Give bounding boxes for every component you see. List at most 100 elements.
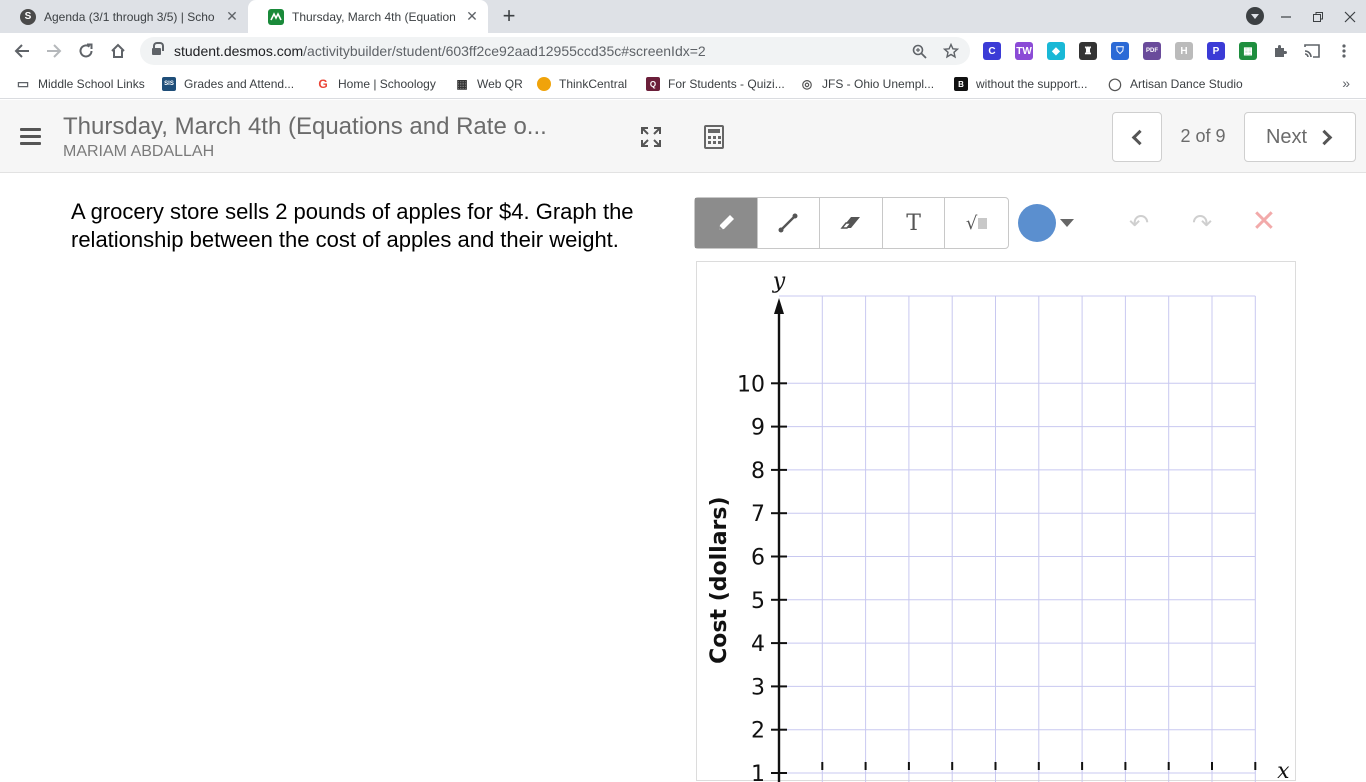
more-bookmarks-icon[interactable]: » [1342,75,1350,91]
p-extension-icon[interactable]: P [1207,42,1225,60]
spy-extension-icon[interactable]: ♜ [1079,42,1097,60]
undo-button[interactable]: ↶ [1126,210,1152,237]
math-tool-label: √ [965,212,978,234]
bookmark-favicon-icon [537,77,551,91]
bookmark-item[interactable]: ▦ Web QR [455,76,522,92]
reload-icon[interactable] [75,40,97,62]
bookmark-favicon-icon: ▭ [16,76,30,91]
browser-tab-schoology[interactable]: S Agenda (3/1 through 3/5) | Scho ✕ [0,0,248,33]
tw-extension-icon[interactable]: TW [1015,42,1033,60]
bookmark-favicon-icon: ▦ [456,77,468,91]
bookmark-label: Home | Schoology [338,77,436,91]
tab-search-icon[interactable] [1246,7,1264,25]
clear-sketch-button[interactable]: ✕ [1251,207,1277,237]
bookmark-item[interactable]: Q For Students - Quizi... [646,76,785,92]
forward-arrow-icon[interactable] [43,40,65,62]
bookmark-item[interactable]: ◎ JFS - Ohio Unempl... [800,76,934,92]
bookmark-label: Grades and Attend... [184,77,295,91]
url-text: student.desmos.com/activitybuilder/stude… [174,43,706,59]
bookmark-label: ThinkCentral [559,77,628,91]
home-icon[interactable] [107,40,129,62]
text-tool-button[interactable]: T [883,198,946,248]
line-tool-button[interactable] [758,198,821,248]
y-tick-label: 4 [751,632,765,657]
next-screen-button[interactable]: Next [1244,112,1356,162]
y-tick-label: 6 [751,546,765,571]
pen-color-button[interactable] [1018,204,1056,242]
close-tab-icon[interactable]: ✕ [224,8,240,25]
shield-extension-icon[interactable]: ⛉ [1111,42,1129,60]
y-axis-arrow-icon [774,298,784,314]
eraser-tool-button[interactable] [820,198,883,248]
bookmark-item[interactable]: Bwithout the support... [954,76,1087,92]
close-window-icon[interactable] [1339,6,1361,28]
y-tick-label: 7 [751,502,765,527]
lock-icon[interactable] [152,42,164,56]
y-axis-title: Cost (dollars) [707,496,732,663]
next-label: Next [1265,125,1308,148]
bookmark-item[interactable]: ▭ Middle School Links [16,76,145,92]
activity-header: Thursday, March 4th (Equations and Rate … [0,100,1366,173]
y-tick-label: 3 [751,675,765,700]
bookmark-label: without the support... [976,77,1088,91]
redo-button[interactable]: ↷ [1189,210,1215,237]
coordinate-grid[interactable]: 1 2 3 4 5 6 7 8 9 10 y x Cost (dollars) [697,262,1297,782]
previous-screen-button[interactable] [1112,112,1162,162]
bookmark-favicon-icon: G [318,77,328,91]
y-tick-label: 1 [751,762,765,782]
question-prompt: A grocery store sells 2 pounds of apples… [71,199,634,252]
browser-tab-desmos[interactable]: Thursday, March 4th (Equations ✕ [248,0,488,33]
pdf-extension-icon[interactable]: PDF [1143,42,1161,60]
bookmark-label: JFS - Ohio Unempl... [822,77,935,91]
color-dropdown-icon[interactable] [1060,219,1074,227]
line-segment-icon [778,213,798,233]
math-placeholder-icon [978,217,988,229]
bookmark-star-icon[interactable] [942,42,960,60]
y-axis-variable: y [772,269,786,294]
tab-title: Thursday, March 4th (Equations [292,9,456,24]
bookmark-label: Artisan Dance Studio [1130,77,1243,91]
address-bar[interactable]: student.desmos.com/activitybuilder/stude… [140,37,970,65]
desmos-favicon-icon [268,8,284,25]
fullscreen-icon[interactable] [640,126,662,148]
pencil-tool-button[interactable] [695,198,758,248]
browser-menu-icon[interactable] [1335,42,1353,60]
browser-toolbar: student.desmos.com/activitybuilder/stude… [0,33,1366,69]
pencil-icon [718,215,734,230]
tab-title: Agenda (3/1 through 3/5) | Scho [44,9,215,24]
menu-hamburger-icon[interactable] [20,128,41,146]
bookmark-favicon-icon: ◎ [801,77,813,91]
calculator-icon[interactable] [704,125,724,149]
y-tick-label: 2 [751,719,765,744]
cast-icon[interactable] [1303,42,1321,60]
diamond-extension-icon[interactable]: ◆ [1047,42,1065,60]
c-extension-icon[interactable]: C [983,42,1001,60]
grid-extension-icon[interactable]: ▦ [1239,42,1257,60]
bookmark-item[interactable]: SIS Grades and Attend... [162,76,294,92]
bookmark-label: For Students - Quizi... [668,77,785,91]
schoology-favicon-icon: S [20,8,36,25]
back-arrow-icon[interactable] [11,40,33,62]
screen-counter: 2 of 9 [1180,126,1226,146]
bookmark-favicon-icon: ◯ [1108,77,1122,91]
new-tab-button[interactable]: + [498,5,520,28]
restore-window-icon[interactable] [1307,6,1329,28]
math-tool-button[interactable]: √ [945,198,1008,248]
close-tab-icon[interactable]: ✕ [464,8,480,25]
bookmark-favicon-icon: SIS [162,77,176,91]
h-extension-icon[interactable]: H [1175,42,1193,60]
activity-title: Thursday, March 4th (Equations and Rate … [63,113,547,140]
text-tool-label: T [906,210,921,236]
bookmark-item[interactable]: G Home | Schoology [316,76,436,92]
sketch-graph-panel[interactable]: 1 2 3 4 5 6 7 8 9 10 y x Cost (dollars) [696,261,1297,782]
minimize-window-icon[interactable] [1275,6,1297,28]
zoom-icon[interactable] [910,42,928,60]
extensions-puzzle-icon[interactable] [1271,42,1289,60]
bookmark-item[interactable]: ThinkCentral [537,76,627,92]
y-tick-label: 10 [737,372,765,397]
bookmark-favicon-icon: B [954,77,968,91]
bookmark-label: Middle School Links [38,77,145,91]
bookmark-item[interactable]: ◯ Artisan Dance Studio [1108,76,1243,92]
chevron-right-icon [1316,129,1333,145]
eraser-icon [840,217,860,229]
